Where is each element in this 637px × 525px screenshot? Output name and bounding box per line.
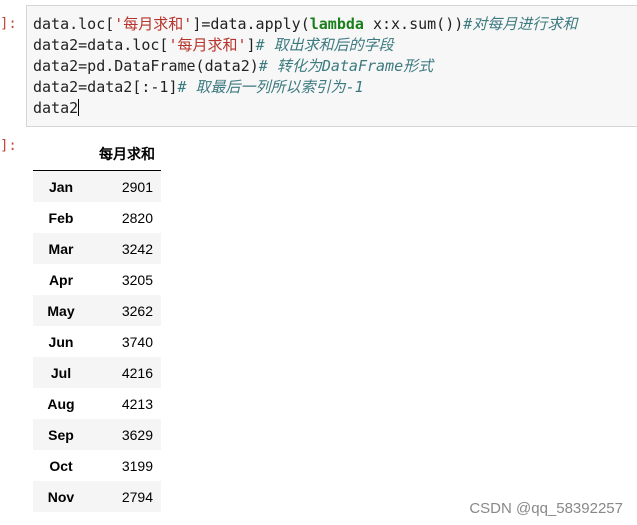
- code-token-cm: # 取出求和后的字段: [255, 36, 394, 54]
- code-token-plain: ]: [246, 36, 256, 54]
- table-row: Feb 2820: [33, 202, 161, 233]
- code-token-plain: x:x.sum()): [363, 15, 464, 33]
- row-value-cell: 4213: [121, 395, 153, 412]
- code-token-plain: data2: [33, 99, 79, 117]
- row-value-cell: 2794: [121, 488, 153, 505]
- table-row: Mar 3242: [33, 233, 161, 264]
- row-index-label: Feb: [48, 209, 74, 226]
- row-value-cell: 3242: [121, 240, 153, 257]
- text-cursor: [78, 99, 80, 116]
- row-value-cell: 2820: [121, 209, 153, 226]
- row-index-label: Jul: [50, 364, 72, 381]
- table-row: Sep 3629: [33, 419, 161, 450]
- code-token-cm: # 取最后一列所以索引为-1: [177, 78, 364, 96]
- row-value-cell: 3629: [121, 426, 153, 443]
- row-index-label: May: [47, 302, 75, 319]
- code-token-plain: data.loc[: [33, 15, 115, 33]
- code-token-str: '每月求和': [114, 15, 193, 33]
- row-value-cell: 3205: [121, 271, 153, 288]
- output-prompt: ]:: [0, 138, 17, 154]
- table-row: Aug 4213: [33, 388, 161, 419]
- table-row: Oct 3199: [33, 450, 161, 481]
- code-token-plain: data2=data.loc[: [33, 36, 169, 54]
- row-index-label: Nov: [47, 488, 75, 505]
- row-index-label: Sep: [48, 426, 74, 443]
- code-token-kw: lambda: [309, 15, 364, 33]
- code-line: data.loc['每月求和']=data.apply(lambda x:x.s…: [33, 14, 637, 35]
- table-body: Jan 2901 Feb 2820 Mar 3242 Apr 3205 May 3262 Jun 37…: [33, 170, 161, 512]
- row-index-label: Jan: [48, 178, 74, 195]
- code-token-plain: data2=data2[:-1]: [33, 78, 178, 96]
- row-index-label: Apr: [48, 271, 74, 288]
- row-value-cell: 4216: [121, 364, 153, 381]
- dataframe-output: 每月求和 Jan 2901 Feb 2820 Mar 3242 Apr 3205 May 3262…: [33, 138, 161, 512]
- code-line: data2=data2[:-1]# 取最后一列所以索引为-1: [33, 77, 637, 98]
- column-header: 每月求和: [99, 146, 155, 162]
- row-value-cell: 2901: [121, 178, 153, 195]
- table-row: May 3262: [33, 295, 161, 326]
- row-index-label: Aug: [47, 395, 75, 412]
- code-token-cm: #对每月进行求和: [463, 15, 578, 33]
- table-row: Jun 3740: [33, 326, 161, 357]
- row-value-cell: 3262: [121, 302, 153, 319]
- code-line: data2=pd.DataFrame(data2)# 转化为DataFrame形…: [33, 56, 637, 77]
- table-row: Jan 2901: [33, 170, 161, 202]
- code-token-str: '每月求和': [168, 36, 247, 54]
- code-line: data2: [33, 98, 637, 119]
- row-value-cell: 3199: [121, 457, 153, 474]
- watermark: CSDN @qq_58392257: [469, 500, 623, 517]
- index-header: [33, 138, 89, 171]
- row-index-label: Mar: [48, 240, 74, 257]
- input-prompt: ]:: [0, 16, 17, 32]
- table-row: Jul 4216: [33, 357, 161, 388]
- code-token-cm: # 转化为DataFrame形式: [258, 57, 434, 75]
- table-row: Apr 3205: [33, 264, 161, 295]
- row-index-label: Jun: [48, 333, 74, 350]
- code-token-plain: ]=data.apply(: [192, 15, 310, 33]
- code-line: data2=data.loc['每月求和']# 取出求和后的字段: [33, 35, 637, 56]
- row-value-cell: 3740: [121, 333, 153, 350]
- table-row: Nov 2794: [33, 481, 161, 512]
- code-token-plain: data2=pd.DataFrame(data2): [33, 57, 259, 75]
- code-cell-editor[interactable]: data.loc['每月求和']=data.apply(lambda x:x.s…: [26, 5, 637, 127]
- table-header-row: 每月求和: [33, 138, 161, 171]
- row-index-label: Oct: [49, 457, 73, 474]
